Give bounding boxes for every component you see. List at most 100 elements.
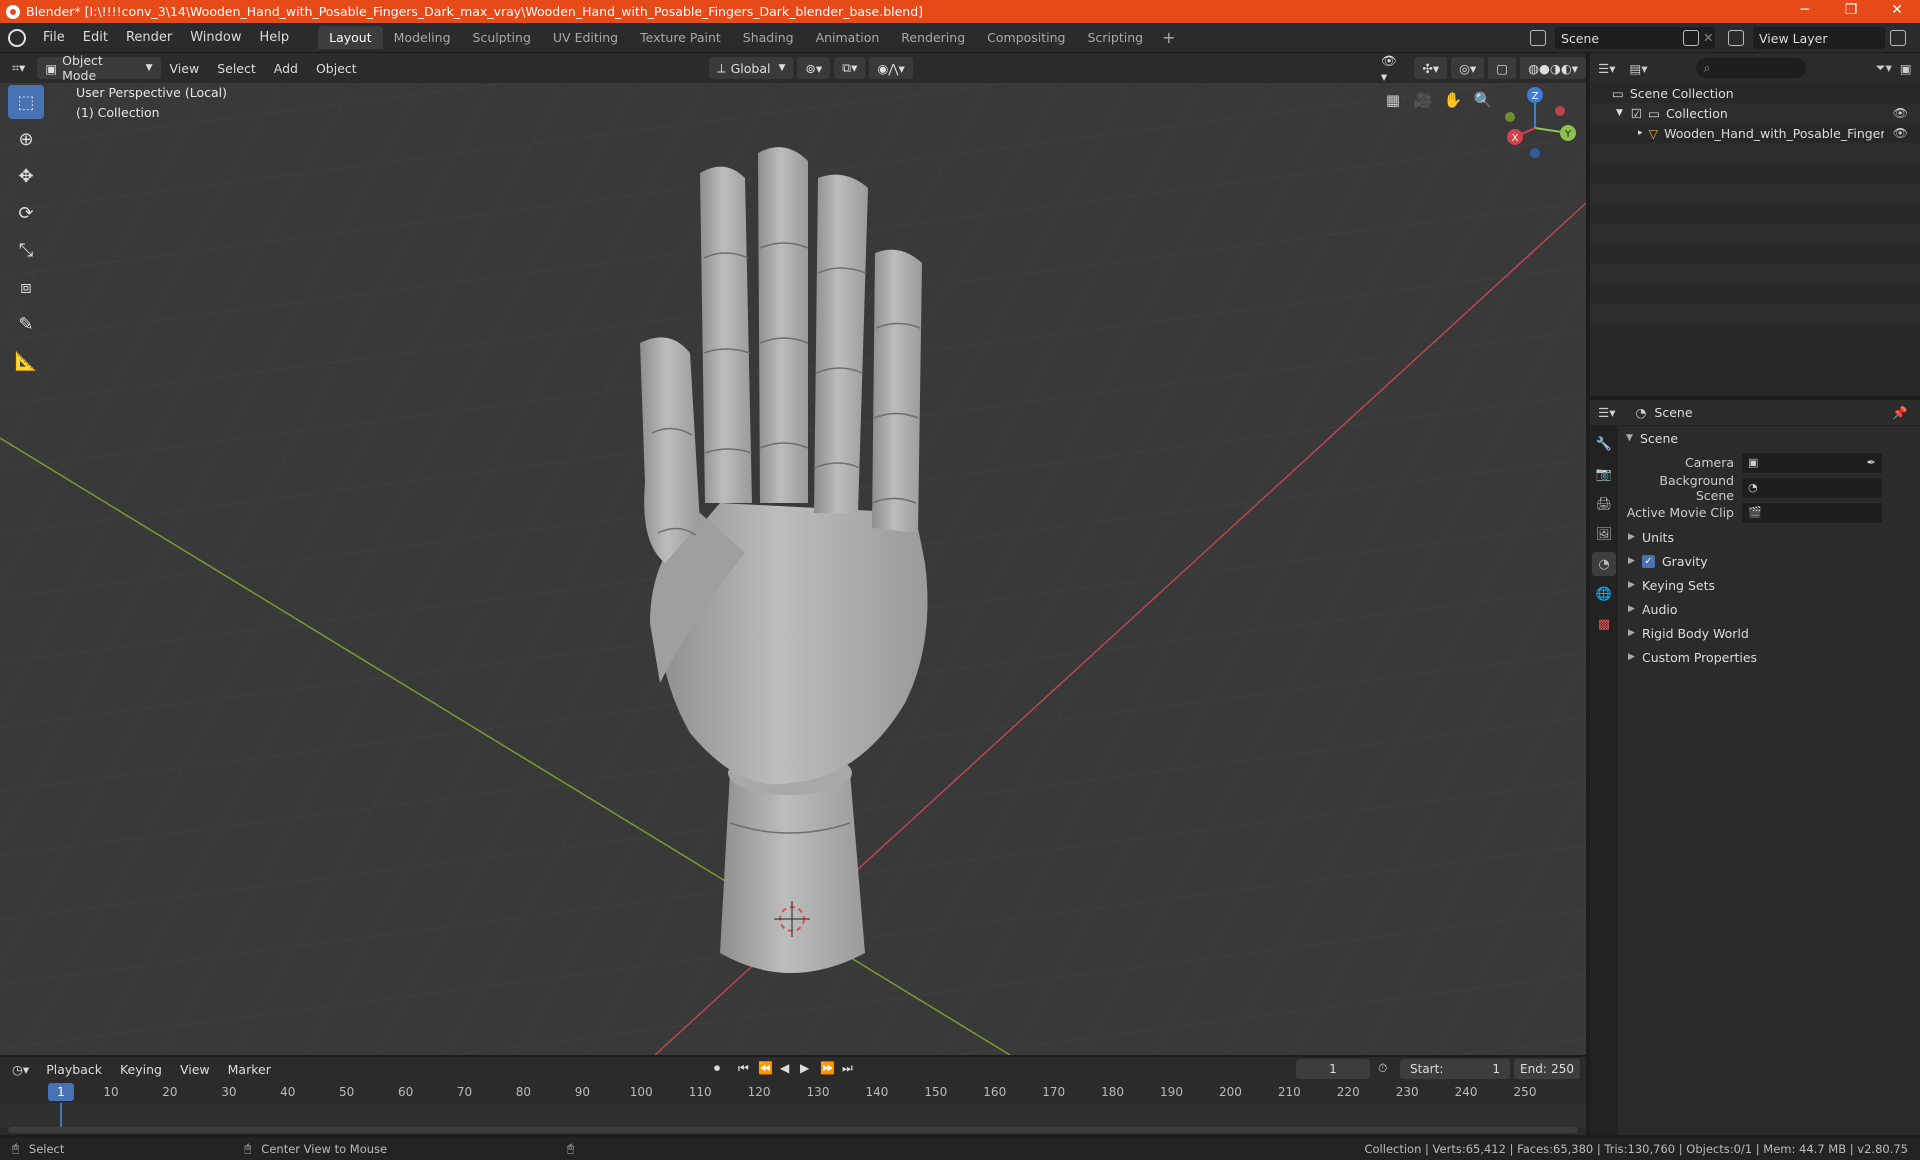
menu-window[interactable]: Window	[181, 30, 250, 45]
scene-panel-header[interactable]: ▼ Scene	[1620, 426, 1920, 450]
start-frame-field[interactable]: Start: 1	[1400, 1059, 1510, 1079]
rigid-body-world-panel-header[interactable]: ▶ Rigid Body World	[1620, 621, 1920, 645]
menu-help[interactable]: Help	[251, 30, 299, 45]
outliner-row-scene-collection[interactable]: ▭ Scene Collection	[1590, 83, 1920, 103]
measure-tool-icon[interactable]: 📐	[8, 344, 44, 378]
tab-scripting[interactable]: Scripting	[1077, 26, 1155, 49]
scene-selector-icon[interactable]	[1530, 30, 1546, 46]
timeline-menu-marker[interactable]: Marker	[219, 1062, 280, 1077]
tab-compositing[interactable]: Compositing	[976, 26, 1076, 49]
cursor-tool-icon[interactable]: ⊕	[8, 122, 44, 156]
end-frame-field[interactable]: End: 250	[1514, 1059, 1580, 1079]
minimize-button[interactable]: ─	[1782, 0, 1828, 23]
new-scene-icon[interactable]	[1683, 30, 1699, 46]
delete-scene-icon[interactable]: ✕	[1703, 30, 1713, 45]
blender-menu-icon[interactable]	[8, 28, 26, 47]
active-movie-clip-field[interactable]: 🎬	[1742, 502, 1882, 523]
outliner-search-input[interactable]: ⌕	[1695, 58, 1806, 78]
properties-editor-type-icon[interactable]: ☰▾	[1598, 405, 1615, 420]
texture-tab-icon[interactable]: ▩	[1592, 612, 1616, 636]
tab-sculpting[interactable]: Sculpting	[462, 26, 542, 49]
shading-modes-icon[interactable]: ◍●◑◐▾	[1520, 57, 1587, 79]
mode-selector[interactable]: ▣ Object Mode ▼	[37, 53, 161, 83]
outliner-row-object[interactable]: ▸ ▽ Wooden_Hand_with_Posable_Fingers_Dar…	[1590, 123, 1920, 143]
output-tab-icon[interactable]: 🖨	[1592, 492, 1616, 516]
world-tab-icon[interactable]: 🌐	[1592, 582, 1616, 606]
menu-file[interactable]: File	[34, 30, 74, 45]
units-panel-header[interactable]: ▶ Units	[1620, 525, 1920, 549]
toggle-view-grid-icon[interactable]: ▦	[1380, 87, 1406, 113]
camera-field[interactable]: ▣ ✒	[1742, 452, 1882, 473]
expand-arrow-icon[interactable]: ▼	[1616, 108, 1623, 118]
visibility-eye-icon[interactable]: 👁	[1893, 126, 1908, 140]
audio-panel-header[interactable]: ▶ Audio	[1620, 597, 1920, 621]
tab-rendering[interactable]: Rendering	[890, 26, 976, 49]
timeline-menu-playback[interactable]: Playback	[37, 1062, 111, 1077]
timeline-menu-keying[interactable]: Keying	[111, 1062, 171, 1077]
tool-tab-icon[interactable]: 🔧	[1592, 432, 1616, 456]
pin-icon[interactable]: 📌	[1892, 405, 1908, 421]
pan-view-hand-icon[interactable]: ✋	[1440, 87, 1466, 113]
outliner-editor-type-icon[interactable]: ☰▾	[1598, 61, 1615, 76]
tab-uv-editing[interactable]: UV Editing	[542, 26, 629, 49]
visibility-icon[interactable]: 👁▾	[1373, 53, 1411, 84]
tab-layout[interactable]: Layout	[318, 26, 383, 49]
outliner-row-collection[interactable]: ▼ ☑ ▭ Collection 👁	[1590, 103, 1920, 123]
record-button[interactable]: ⏺	[714, 1061, 720, 1076]
filter-icon[interactable]: ⏷▾	[1876, 60, 1892, 76]
expand-arrow-icon[interactable]: ▸	[1638, 128, 1643, 138]
overlays-toggle-icon[interactable]: ◎▾	[1451, 57, 1485, 79]
select-box-tool-icon[interactable]: ⬚	[8, 85, 44, 119]
viewport-menu-add[interactable]: Add	[265, 61, 307, 76]
keying-sets-panel-header[interactable]: ▶ Keying Sets	[1620, 573, 1920, 597]
tab-shading[interactable]: Shading	[732, 26, 805, 49]
menu-render[interactable]: Render	[117, 30, 181, 45]
annotate-tool-icon[interactable]: ✎	[8, 307, 44, 341]
stopwatch-icon[interactable]: ⏱	[1378, 1061, 1387, 1076]
scene-tab-icon[interactable]: ◔	[1592, 552, 1616, 576]
display-mode-icon[interactable]: ▤▾	[1629, 61, 1647, 76]
snap-icon[interactable]: ⧉▾	[834, 57, 866, 79]
timeline-track[interactable]	[0, 1103, 1586, 1127]
move-tool-icon[interactable]: ✥	[8, 159, 44, 193]
transform-orientation-selector[interactable]: ⟂ Global ▼	[709, 57, 794, 79]
3d-viewport[interactable]: User Perspective (Local) (1) Collection …	[0, 83, 1586, 1055]
checkbox-icon[interactable]: ☑	[1631, 106, 1642, 121]
rotate-tool-icon[interactable]: ⟳	[8, 196, 44, 230]
view-layer-selector[interactable]: View Layer	[1753, 27, 1885, 49]
view-layer-tab-icon[interactable]: 🖼	[1592, 522, 1616, 546]
jump-keyframe-forward-icon[interactable]: ⏩	[820, 1061, 835, 1075]
timeline-menu-view[interactable]: View	[171, 1062, 219, 1077]
scale-tool-icon[interactable]: ⤡	[8, 233, 44, 267]
viewport-menu-view[interactable]: View	[161, 61, 209, 76]
tab-texture-paint[interactable]: Texture Paint	[629, 26, 732, 49]
eyedropper-icon[interactable]: ✒	[1867, 456, 1876, 469]
background-scene-field[interactable]: ◔	[1742, 477, 1882, 498]
navigation-gizmo[interactable]: Z Y X	[1490, 83, 1580, 173]
add-workspace-button[interactable]: +	[1154, 28, 1183, 47]
current-frame-field[interactable]: 1	[1296, 1059, 1370, 1079]
jump-end-icon[interactable]: ⏭	[842, 1061, 853, 1076]
timeline-editor-type-icon[interactable]: ◷▾	[4, 1058, 37, 1080]
xray-toggle-icon[interactable]: ▢	[1488, 57, 1517, 79]
play-icon[interactable]: ▶	[800, 1061, 809, 1075]
gravity-panel-header[interactable]: ▶ ✓ Gravity	[1620, 549, 1920, 573]
restore-button[interactable]: ❐	[1828, 0, 1874, 23]
timeline-scrollbar[interactable]	[8, 1127, 1578, 1133]
tab-modeling[interactable]: Modeling	[383, 26, 462, 49]
visibility-eye-icon[interactable]: 👁	[1893, 106, 1908, 120]
menu-edit[interactable]: Edit	[74, 30, 117, 45]
timeline-frame-ruler[interactable]: 1 10 20 30 40 50 60 70 80 90 100 110 120 130 140 150 160…	[0, 1081, 1586, 1103]
play-reverse-icon[interactable]: ◀	[780, 1061, 789, 1075]
viewport-menu-select[interactable]: Select	[208, 61, 265, 76]
pivot-point-icon[interactable]: ⊚▾	[797, 57, 831, 79]
jump-keyframe-back-icon[interactable]: ⏪	[758, 1061, 773, 1075]
jump-start-icon[interactable]: ⏮	[738, 1061, 749, 1076]
close-button[interactable]: ✕	[1874, 0, 1920, 23]
camera-view-icon[interactable]: 🎥	[1410, 87, 1436, 113]
render-tab-icon[interactable]: 📷	[1592, 462, 1616, 486]
new-collection-icon[interactable]: ▣	[1900, 61, 1912, 76]
view-layer-icon[interactable]	[1728, 30, 1744, 46]
gravity-checkbox[interactable]: ✓	[1642, 554, 1655, 568]
new-view-layer-icon[interactable]	[1890, 30, 1906, 46]
